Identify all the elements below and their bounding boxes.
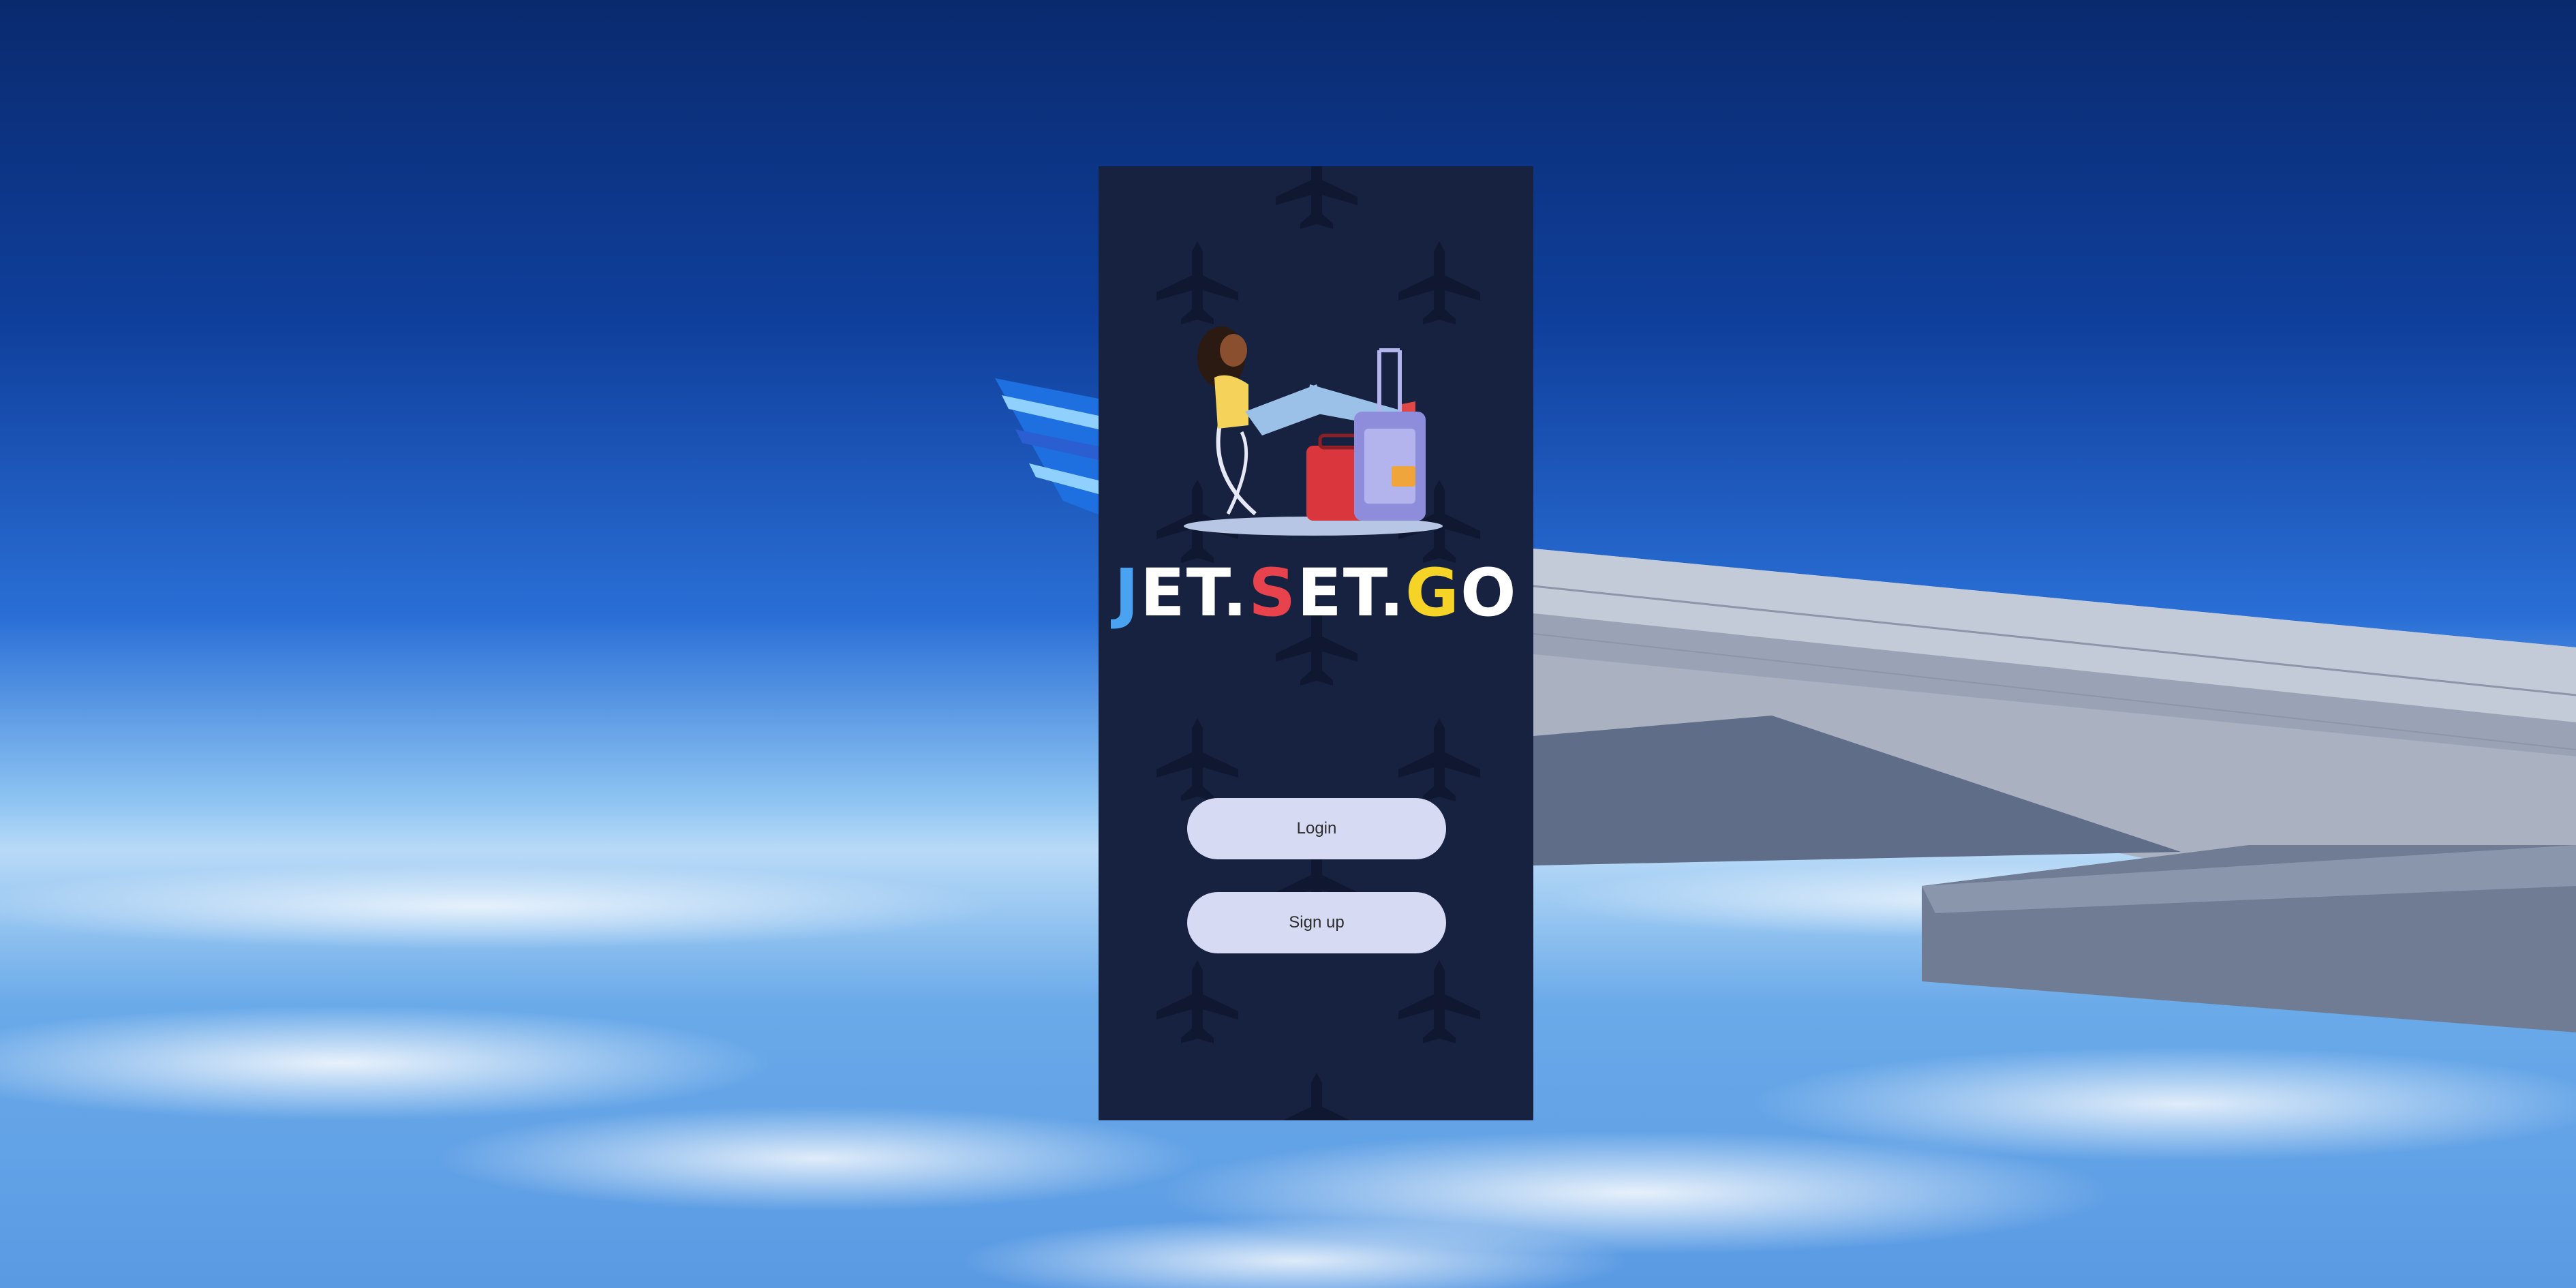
logo-letter-g: G — [1405, 555, 1460, 631]
traveler-illustration — [1184, 326, 1443, 536]
logo-letter-j: J — [1114, 555, 1141, 631]
tail-fin — [995, 378, 1099, 515]
logo-text-et: ET. — [1140, 555, 1249, 631]
jet-set-go-logo: JET.SET.GO — [1099, 555, 1533, 631]
signup-button[interactable]: Sign up — [1187, 892, 1446, 953]
logo-text-et-2: ET. — [1297, 555, 1406, 631]
mobile-app-screen: JET.SET.GO Login Sign up — [1099, 166, 1533, 1120]
login-button[interactable]: Login — [1187, 798, 1446, 859]
logo-letter-s: S — [1248, 555, 1298, 631]
logo-text-o: O — [1460, 555, 1518, 631]
